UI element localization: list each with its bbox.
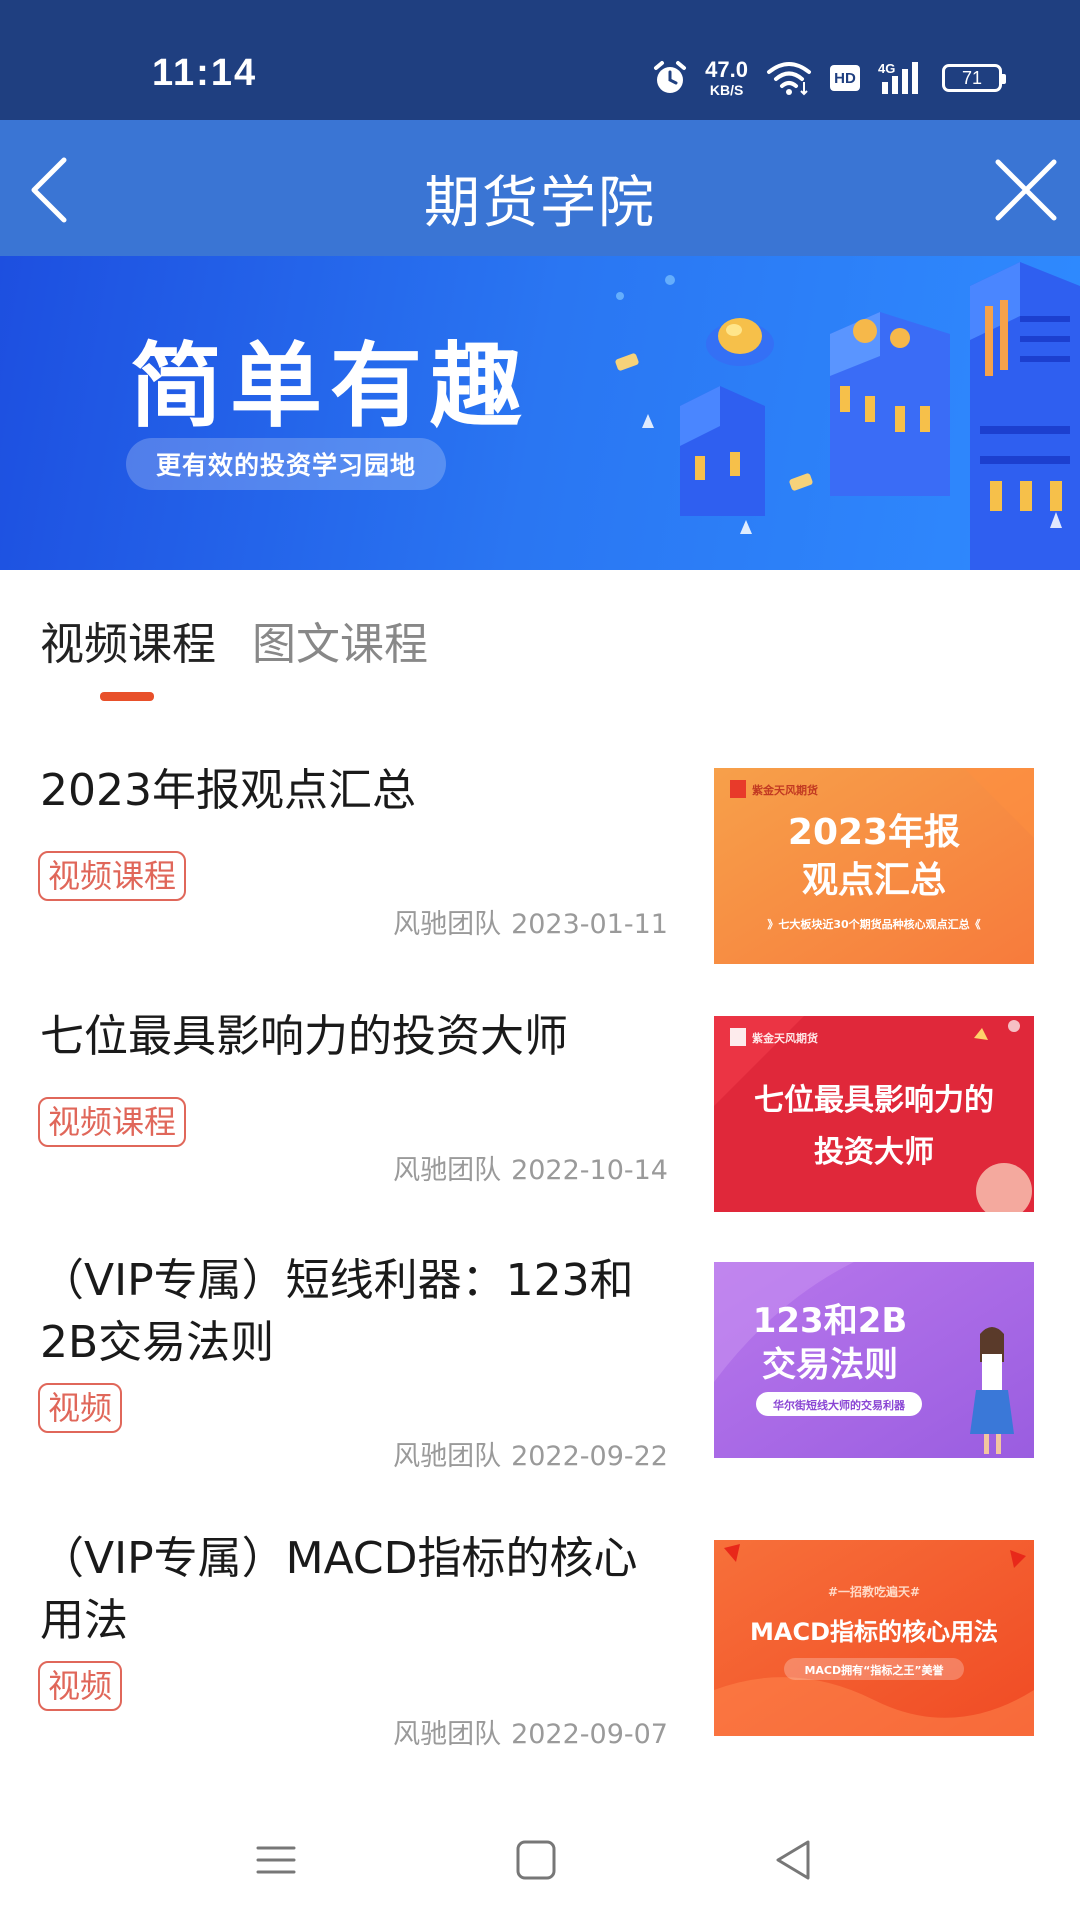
thumb-brand: 紫金天风期货 xyxy=(752,783,818,797)
course-date: 2023-01-11 xyxy=(511,909,668,940)
tab-video-courses[interactable]: 视频课程 xyxy=(40,608,216,672)
wifi-icon xyxy=(767,62,811,96)
battery-level: 71 xyxy=(961,67,983,88)
course-tag: 视频课程 xyxy=(38,851,187,901)
brand-logo-icon xyxy=(730,780,746,798)
thumb-line2: 观点汇总 xyxy=(802,860,946,901)
course-meta: 风驰团队 2022-09-22 xyxy=(393,1434,668,1473)
course-date: 2022-09-22 xyxy=(511,1441,668,1472)
page-title: 期货学院 xyxy=(424,171,656,236)
thumb-line2: 交易法则 xyxy=(762,1345,898,1385)
back-triangle-icon xyxy=(776,1840,810,1880)
menu-icon xyxy=(256,1846,296,1874)
status-bar: 11:14 47.0 KB/S HD 4G 71 xyxy=(0,0,1080,120)
thumb-caption: MACD拥有“指标之王”美誉 xyxy=(804,1663,944,1677)
thumb-line1: 2023年报 xyxy=(788,812,960,853)
banner-title: 简单有趣 xyxy=(130,333,531,440)
status-time: 11:14 xyxy=(152,52,258,94)
battery-icon: 71 xyxy=(942,64,1006,92)
course-tabs: 视频课程 图文课程 xyxy=(0,570,1080,710)
course-thumbnail: #一招教吃遍天# MACD指标的核心用法 MACD拥有“指标之王”美誉 xyxy=(714,1540,1034,1736)
course-meta: 风驰团队 2023-01-11 xyxy=(393,902,668,941)
alarm-icon xyxy=(654,61,687,93)
thumb-brand: 紫金天风期货 xyxy=(752,1031,818,1045)
course-title: （VIP专属）MACD指标的核心用法 xyxy=(40,1533,638,1646)
close-icon xyxy=(995,159,1057,221)
course-item[interactable]: 七位最具影响力的投资大师 视频课程 风驰团队 2022-10-14 紫金天风期货 … xyxy=(0,1006,1080,1226)
brand-logo-icon xyxy=(730,1028,746,1046)
tab-article-courses[interactable]: 图文课程 xyxy=(252,608,428,672)
course-item[interactable]: （VIP专属）短线利器：123和2B交易法则 视频 风驰团队 2022-09-22… xyxy=(0,1250,1080,1510)
thumb-line1: MACD指标的核心用法 xyxy=(750,1618,998,1646)
thumb-line0: #一招教吃遍天# xyxy=(828,1584,920,1599)
promo-banner[interactable]: 简单有趣 更有效的投资学习园地 xyxy=(0,256,1080,570)
course-date: 2022-10-14 xyxy=(511,1155,668,1186)
city-illustration xyxy=(615,262,1080,570)
net-speed-value: 47.0 xyxy=(705,57,748,82)
nav-back-button[interactable] xyxy=(762,1828,826,1892)
course-author: 风驰团队 xyxy=(393,909,502,940)
active-tab-indicator xyxy=(100,692,154,701)
course-thumbnail: 紫金天风期货 七位最具影响力的 投资大师 xyxy=(714,1016,1034,1212)
course-title: 七位最具影响力的投资大师 xyxy=(40,1011,568,1062)
home-icon xyxy=(516,1840,556,1880)
status-icons: 47.0 KB/S HD 4G 71 xyxy=(653,56,1006,100)
app-header: 期货学院 xyxy=(0,120,1080,256)
course-author: 风驰团队 xyxy=(393,1155,502,1186)
course-tag: 视频课程 xyxy=(38,1097,187,1147)
hd-icon: HD xyxy=(830,65,860,91)
thumb-caption: 华尔街短线大师的交易利器 xyxy=(773,1398,906,1412)
course-meta: 风驰团队 2022-10-14 xyxy=(393,1148,668,1187)
course-title: 2023年报观点汇总 xyxy=(40,765,416,816)
thumb-line1: 123和2B xyxy=(753,1301,908,1341)
net-speed: 47.0 KB/S xyxy=(705,57,748,98)
nav-home-button[interactable] xyxy=(504,1828,568,1892)
course-thumbnail: 紫金天风期货 2023年报 观点汇总 》七大板块近30个期货品种核心观点汇总《 xyxy=(714,768,1034,964)
course-title: （VIP专属）短线利器：123和2B交易法则 xyxy=(40,1255,634,1368)
course-date: 2022-09-07 xyxy=(511,1719,668,1750)
course-tag: 视频 xyxy=(38,1661,123,1711)
nav-menu-button[interactable] xyxy=(244,1828,308,1892)
system-nav-bar xyxy=(0,1800,1080,1920)
signal-label: 4G xyxy=(878,61,895,76)
course-item[interactable]: （VIP专属）MACD指标的核心用法 视频 风驰团队 2022-09-07 #一招… xyxy=(0,1528,1080,1788)
thumb-line1: 七位最具影响力的 xyxy=(754,1083,994,1118)
signal-icon: 4G xyxy=(878,61,918,94)
course-author: 风驰团队 xyxy=(393,1719,502,1750)
thumb-line2: 投资大师 xyxy=(814,1135,934,1170)
course-tag: 视频 xyxy=(38,1383,123,1433)
course-author: 风驰团队 xyxy=(393,1441,502,1472)
thumb-caption: 》七大板块近30个期货品种核心观点汇总《 xyxy=(767,917,980,931)
banner-subtitle: 更有效的投资学习园地 xyxy=(126,438,447,490)
course-thumbnail: 123和2B 交易法则 华尔街短线大师的交易利器 xyxy=(714,1262,1034,1458)
course-meta: 风驰团队 2022-09-07 xyxy=(393,1712,668,1751)
course-item[interactable]: 2023年报观点汇总 视频课程 风驰团队 2023-01-11 紫金天风期货 20… xyxy=(0,760,1080,980)
close-button[interactable] xyxy=(986,150,1066,230)
net-speed-unit: KB/S xyxy=(709,82,744,98)
